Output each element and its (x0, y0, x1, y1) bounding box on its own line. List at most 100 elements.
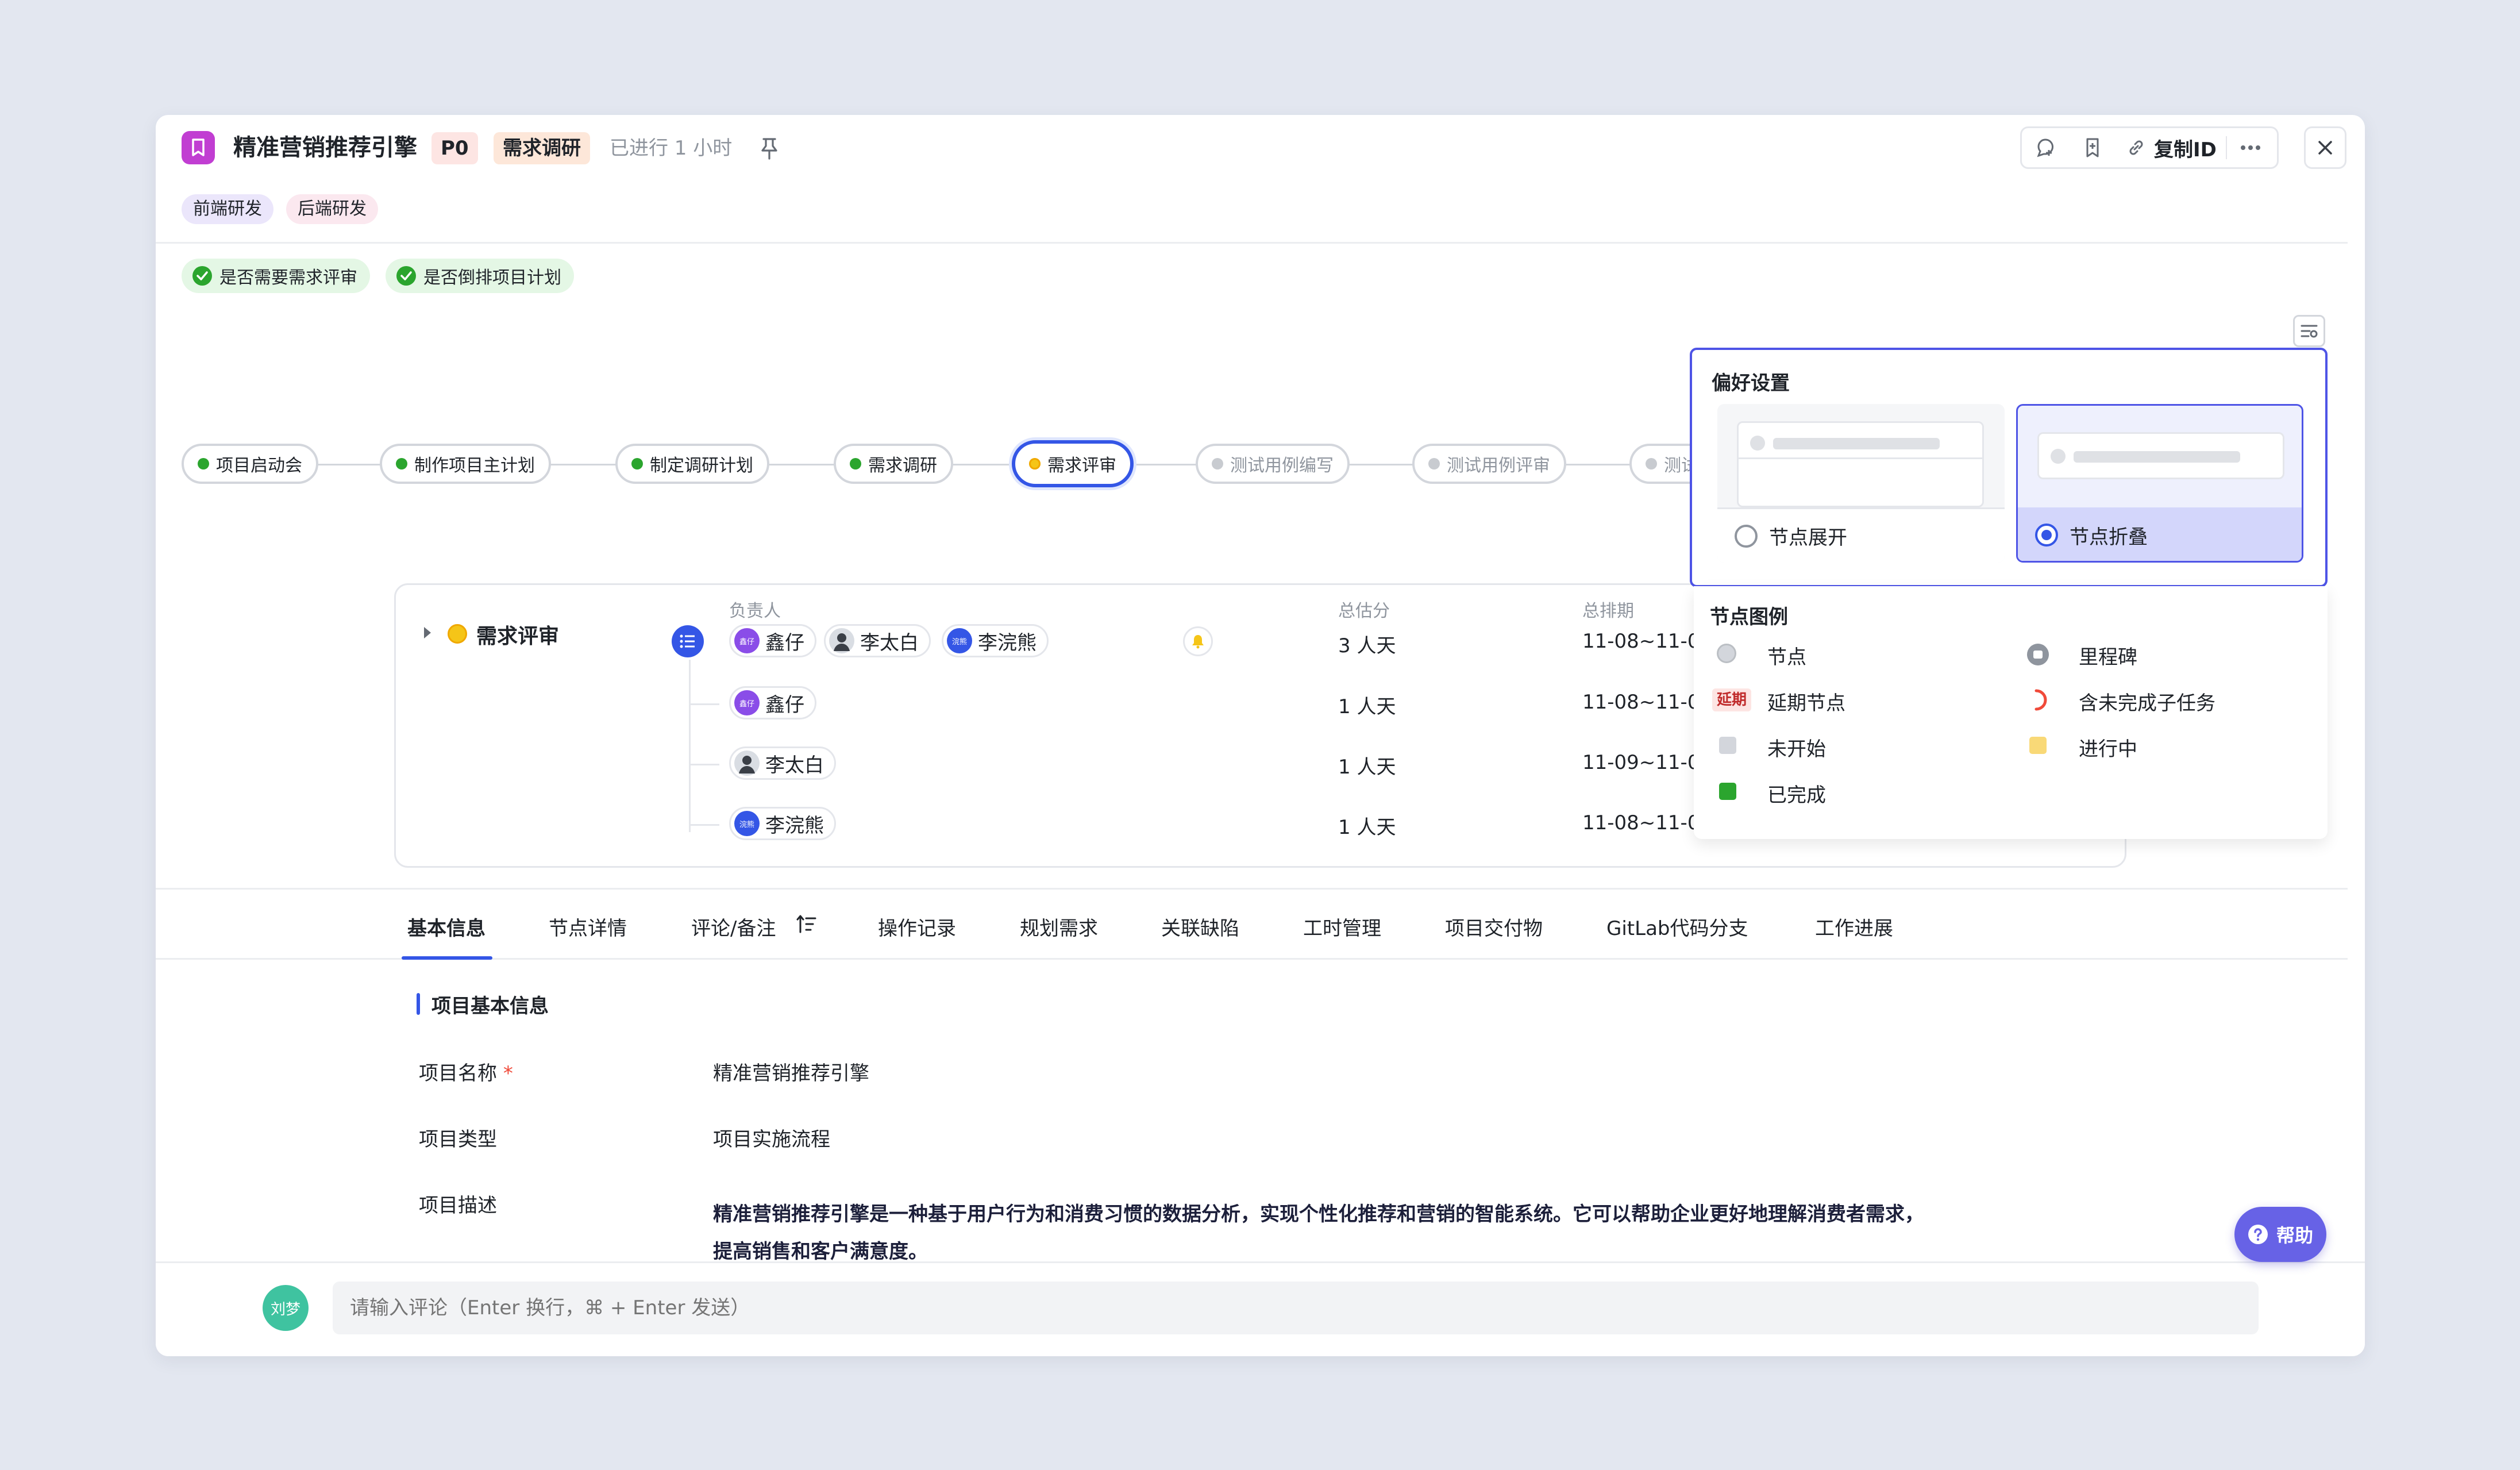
tab-planned-requirements[interactable]: 规划需求 (1020, 913, 1098, 941)
col-schedule: 总排期 (1582, 601, 1634, 621)
sort-icon[interactable] (796, 914, 818, 937)
done-swatch (1719, 783, 1736, 800)
flow-node-label: 需求评审 (1047, 456, 1116, 476)
flow-node-requirement-review[interactable]: 需求评审 (1012, 440, 1134, 487)
legend-incomplete-label: 含未完成子任务 (2079, 692, 2215, 715)
flow-node-kickoff[interactable]: 项目启动会 (182, 444, 318, 484)
elapsed-time: 已进行 1 小时 (610, 137, 733, 160)
owner-chip-xinzai[interactable]: 鑫仔 鑫仔 (729, 686, 816, 719)
priority-tag[interactable]: P0 (431, 132, 478, 164)
avatar: 鑫仔 (734, 690, 760, 715)
owner-name: 李浣熊 (978, 631, 1036, 655)
name-value[interactable]: 精准营销推荐引擎 (713, 1057, 869, 1086)
desc-line-2[interactable]: 提高销售和客户满意度。 (713, 1236, 928, 1264)
owner-chip-litaibai[interactable]: 李太白 (824, 624, 931, 657)
tab-node-details[interactable]: 节点详情 (549, 913, 627, 941)
owner-name: 李太白 (765, 753, 824, 777)
header-divider (156, 242, 2348, 244)
stage-tag[interactable]: 需求调研 (494, 132, 590, 164)
more-icon[interactable] (2227, 128, 2274, 167)
comment-input[interactable] (333, 1282, 2259, 1334)
radio-expand[interactable] (1735, 524, 1758, 548)
check-label: 是否倒排项目计划 (423, 268, 561, 288)
collapse-label: 节点折叠 (2070, 525, 2148, 549)
schedule: 11-08~11-08 (1582, 811, 1713, 834)
flow-node-test-case-review[interactable]: 测试用例评审 (1412, 444, 1566, 484)
preference-popover: 偏好设置 节点展开 节点折叠 (1690, 348, 2328, 587)
tab-basic-info[interactable]: 基本信息 (407, 913, 485, 941)
preference-title: 偏好设置 (1712, 372, 1790, 395)
estimate: 1 人天 (1338, 695, 1396, 718)
check-requirement-review[interactable]: 是否需要需求评审 (182, 259, 370, 293)
project-detail-panel: 精准营销推荐引擎 P0 需求调研 已进行 1 小时 复制ID 前端研发 后端研发… (156, 115, 2365, 1356)
check-circle-icon (396, 266, 416, 286)
tab-related-defects[interactable]: 关联缺陷 (1161, 913, 1239, 941)
legend-node-icon (1717, 644, 1736, 663)
option-collapse[interactable]: 节点折叠 (2016, 404, 2303, 563)
help-label: 帮助 (2276, 1225, 2313, 1246)
expand-caret-icon[interactable] (422, 625, 433, 642)
legend-title: 节点图例 (1710, 606, 1788, 629)
status-dot (448, 624, 467, 644)
active-tab-indicator (402, 956, 492, 960)
owner-chip-litaibai[interactable]: 李太白 (729, 746, 836, 780)
type-value[interactable]: 项目实施流程 (713, 1123, 830, 1152)
flow-node-test-case-writing[interactable]: 测试用例编写 (1196, 444, 1350, 484)
bookmark-add-icon[interactable] (2069, 128, 2116, 167)
flow-node-master-plan[interactable]: 制作项目主计划 (380, 444, 551, 484)
help-icon (2248, 1225, 2268, 1244)
tree-branch (691, 824, 719, 826)
milestone-icon (2027, 644, 2049, 665)
flow-node-label: 制作项目主计划 (414, 456, 535, 476)
task-list-icon[interactable] (672, 625, 704, 657)
option-expand[interactable]: 节点展开 (1717, 404, 2005, 563)
check-circle-icon (192, 266, 212, 286)
owner-name: 鑫仔 (765, 631, 804, 655)
copy-id-button[interactable]: 复制ID (2116, 128, 2226, 167)
schedule: 11-08~11-08 (1582, 691, 1713, 714)
tag-frontend[interactable]: 前端研发 (182, 194, 273, 224)
incomplete-subtask-icon (2028, 688, 2048, 714)
user-avatar: 刘梦 (263, 1285, 309, 1331)
owner-chip-lihuanxiong[interactable]: 浣熊 李浣熊 (729, 807, 836, 840)
tab-gitlab-branches[interactable]: GitLab代码分支 (1606, 913, 1748, 941)
tag-backend[interactable]: 后端研发 (286, 194, 378, 224)
in-progress-swatch (2029, 737, 2047, 754)
owner-chip-xinzai[interactable]: 鑫仔 鑫仔 (729, 624, 816, 657)
section-accent-bar (417, 993, 420, 1015)
bell-icon[interactable] (1183, 626, 1213, 656)
tab-work-progress[interactable]: 工作进展 (1815, 913, 1893, 941)
close-button[interactable] (2304, 126, 2346, 169)
preview-expanded (1737, 421, 1984, 507)
legend-in-progress-label: 进行中 (2079, 738, 2137, 761)
tab-deliverables[interactable]: 项目交付物 (1445, 913, 1543, 941)
legend-not-started-label: 未开始 (1767, 738, 1826, 761)
tab-operation-log[interactable]: 操作记录 (878, 913, 956, 941)
check-reverse-plan[interactable]: 是否倒排项目计划 (386, 259, 574, 293)
close-icon (2318, 141, 2332, 155)
flow-node-research-plan[interactable]: 制定调研计划 (615, 444, 769, 484)
tab-work-hours[interactable]: 工时管理 (1303, 913, 1381, 941)
node-legend: 节点图例 节点 里程碑 延期 延期节点 含未完成子任务 未开始 进行中 已完成 (1694, 586, 2328, 839)
flow-node-label: 测试用例编写 (1230, 456, 1334, 476)
flow-node-requirement-research[interactable]: 需求调研 (834, 444, 953, 484)
help-button[interactable]: 帮助 (2234, 1207, 2326, 1262)
follow-icon[interactable] (2022, 128, 2069, 167)
desc-line-1[interactable]: 精准营销推荐引擎是一种基于用户行为和消费习惯的数据分析，实现个性化推荐和营销的智… (713, 1198, 1924, 1226)
preference-settings-icon[interactable] (2293, 315, 2325, 347)
tab-comments[interactable]: 评论/备注 (691, 913, 776, 941)
estimate-main: 3 人天 (1338, 634, 1396, 657)
expand-label: 节点展开 (1769, 526, 1847, 549)
tree-line (689, 660, 691, 832)
tree-branch (691, 764, 719, 765)
copy-id-label: 复制ID (2154, 138, 2217, 161)
desc-label: 项目描述 (419, 1194, 497, 1217)
pin-icon[interactable] (758, 136, 781, 163)
schedule: 11-09~11-09 (1582, 751, 1713, 774)
owner-chip-lihuanxiong[interactable]: 浣熊 李浣熊 (942, 624, 1049, 657)
bookmark-icon (182, 131, 215, 164)
radio-collapse[interactable] (2035, 524, 2058, 547)
not-started-swatch (1719, 737, 1736, 754)
owner-name: 李浣熊 (765, 814, 824, 837)
col-owner: 负责人 (729, 601, 781, 621)
